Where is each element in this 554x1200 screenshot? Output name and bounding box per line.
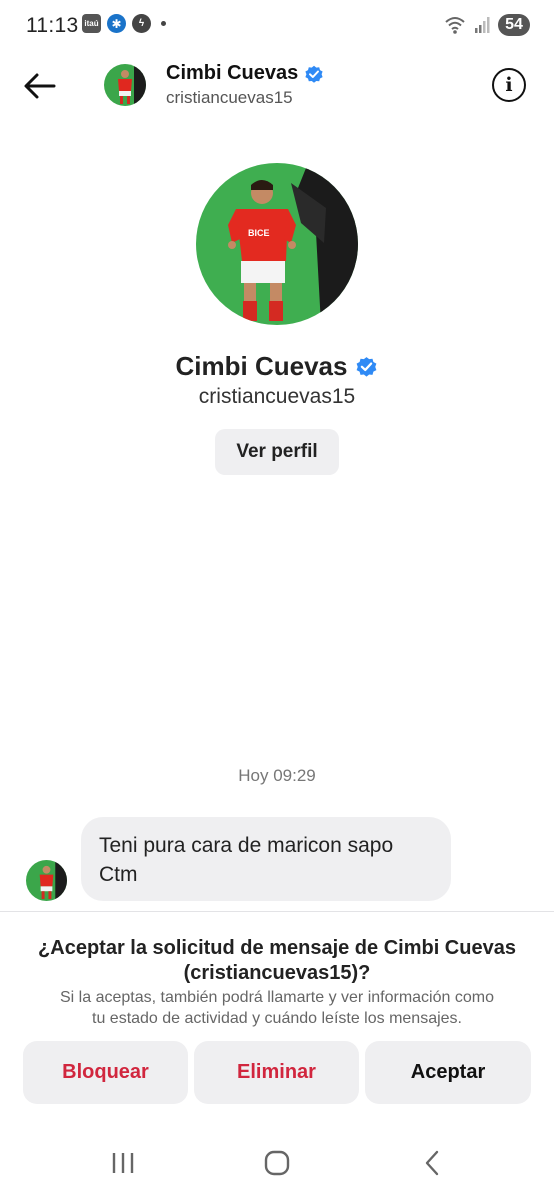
wifi-icon: [445, 17, 465, 34]
message-text-line: Ctm: [99, 863, 138, 886]
divider: [0, 911, 554, 912]
battery-indicator: 54: [498, 14, 530, 36]
home-icon[interactable]: [262, 1148, 292, 1178]
status-right: 54: [444, 14, 530, 36]
profile-avatar[interactable]: BICE: [196, 163, 358, 325]
request-description-line: tu estado de actividad y cuándo leíste l…: [92, 1010, 462, 1027]
header-name[interactable]: Cimbi Cuevas: [166, 62, 324, 85]
verified-badge-icon: [357, 357, 377, 377]
verified-badge-icon: [305, 65, 323, 83]
itau-icon: itaú: [82, 14, 101, 33]
profile-name: Cimbi Cuevas: [0, 351, 554, 382]
request-title: ¿Aceptar la solicitud de mensaje de Cimb…: [20, 936, 534, 986]
message-text-line: Teni pura cara de maricon sapo: [99, 834, 394, 857]
walmart-icon: ✱: [107, 14, 126, 33]
block-button[interactable]: Bloquear: [23, 1041, 188, 1104]
delete-button[interactable]: Eliminar: [194, 1041, 359, 1104]
status-time: 11:13: [26, 14, 79, 37]
system-nav-bar: [0, 1136, 554, 1190]
info-icon[interactable]: i: [492, 68, 526, 102]
profile-username: cristiancuevas15: [198, 385, 356, 408]
jersey-sponsor-text: BICE: [248, 228, 270, 238]
message-timestamp: Hoy 09:29: [238, 766, 316, 785]
nav-back-icon[interactable]: [418, 1148, 448, 1178]
view-profile-button[interactable]: Ver perfil: [215, 429, 339, 475]
messenger-icon: ϟ: [132, 14, 151, 33]
notification-icons: itaú ✱ ϟ: [82, 14, 166, 33]
more-notifications-icon: [161, 21, 166, 26]
header-username: cristiancuevas15: [166, 88, 293, 107]
request-description-line: Si la aceptas, también podrá llamarte y …: [60, 989, 494, 1006]
profile-name-text: Cimbi Cuevas: [175, 351, 348, 381]
message-sender-avatar[interactable]: [26, 860, 67, 901]
signal-icon: [475, 17, 490, 33]
request-description: Si la aceptas, también podrá llamarte y …: [20, 987, 534, 1029]
recent-apps-icon[interactable]: [108, 1148, 138, 1178]
request-title-line: ¿Aceptar la solicitud de mensaje de Cimb…: [38, 937, 516, 959]
chat-header: Cimbi Cuevas cristiancuevas15 i: [0, 52, 554, 120]
message-bubble[interactable]: Teni pura cara de maricon sapo Ctm: [81, 817, 451, 901]
header-name-text: Cimbi Cuevas: [166, 62, 299, 84]
accept-button[interactable]: Aceptar: [365, 1041, 531, 1104]
back-arrow-icon[interactable]: [22, 68, 58, 104]
status-bar: 11:13 itaú ✱ ϟ 54: [0, 0, 554, 52]
request-title-line: (cristiancuevas15)?: [183, 962, 371, 984]
header-avatar[interactable]: [104, 64, 146, 106]
